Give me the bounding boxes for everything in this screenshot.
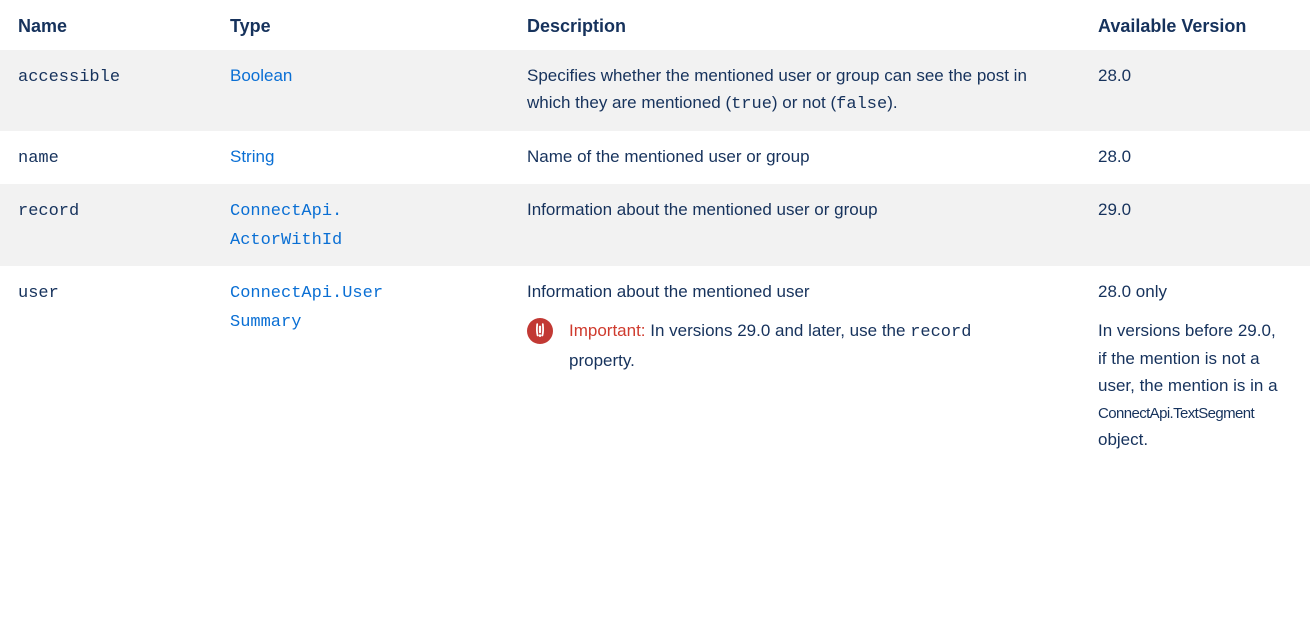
property-name: user [18,284,59,304]
header-available-version: Available Version [1098,16,1247,36]
cell-version: 28.0 only In versions before 29.0, if th… [1080,266,1310,465]
header-description: Description [527,16,627,36]
cell-version: 28.0 [1098,66,1132,86]
type-link-usersummary[interactable]: ConnectApi.User Summary [230,284,383,332]
exclamation-circle-icon [527,318,553,345]
version-value: 28.0 only [1098,282,1167,302]
cell-name: user [0,266,212,465]
code-textsegment: ConnectApi.TextSegment [1098,404,1255,422]
type-link-string[interactable]: String [230,147,274,166]
type-link-line2: Summary [230,313,302,333]
cell-description: Specifies whether the mentioned user or … [509,50,1080,130]
cell-name: accessible [0,50,212,130]
code-true: true [731,95,772,115]
version-note-text: In versions before 29.0, if the mention … [1098,321,1278,395]
header-type: Type [230,16,271,36]
table-row-user: user ConnectApi.User Summary Information … [0,266,1310,465]
description-text-end: ). [887,93,898,113]
important-note: Important: In versions 29.0 and later, u… [527,317,1020,373]
header-name: Name [18,16,68,36]
cell-description: Name of the mentioned user or group [527,146,810,166]
property-name: name [18,148,59,168]
cell-name: record [0,184,212,266]
properties-table: Name Type Description Available Version … [0,0,1310,465]
code-record: record [910,323,972,343]
cell-type: Boolean [212,50,509,130]
important-text: In versions 29.0 and later, use the [650,321,906,341]
type-link-boolean[interactable]: Boolean [230,66,292,85]
type-link-line2: ActorWithId [230,231,343,251]
version-note-end: object. [1098,430,1149,450]
cell-type: String [212,131,509,184]
table-row-record: record ConnectApi. ActorWithId Informatio… [0,183,1310,267]
cell-description: Information about the mentioned user Imp… [509,266,1080,465]
cell-version: 29.0 [1098,199,1132,219]
table-row-accessible: accessible Boolean Specifies whether the… [0,50,1310,131]
type-link-line1: ConnectApi. [230,201,343,221]
code-false: false [836,95,888,115]
important-text-end: property. [569,350,635,370]
property-name: record [18,201,80,221]
description-text: Information about the mentioned user [527,282,810,302]
type-link-line1: ConnectApi.User [230,284,384,304]
table-header-row: Name Type Description Available Version [0,0,1310,50]
cell-type: ConnectApi.User Summary [212,266,509,465]
cell-description: Information about the mentioned user or … [527,199,878,219]
cell-version: 28.0 [1098,146,1132,166]
important-body: Important: In versions 29.0 and later, u… [569,317,1020,373]
cell-name: name [0,131,212,184]
table-row-name: name String Name of the mentioned user o… [0,131,1310,184]
type-link-actorwithid[interactable]: ConnectApi. ActorWithId [230,202,342,250]
description-text-middle: ) or not ( [771,93,837,113]
cell-type: ConnectApi. ActorWithId [212,184,509,266]
important-label: Important: [569,321,646,341]
version-note: In versions before 29.0, if the mention … [1098,317,1280,453]
property-name: accessible [18,68,121,88]
